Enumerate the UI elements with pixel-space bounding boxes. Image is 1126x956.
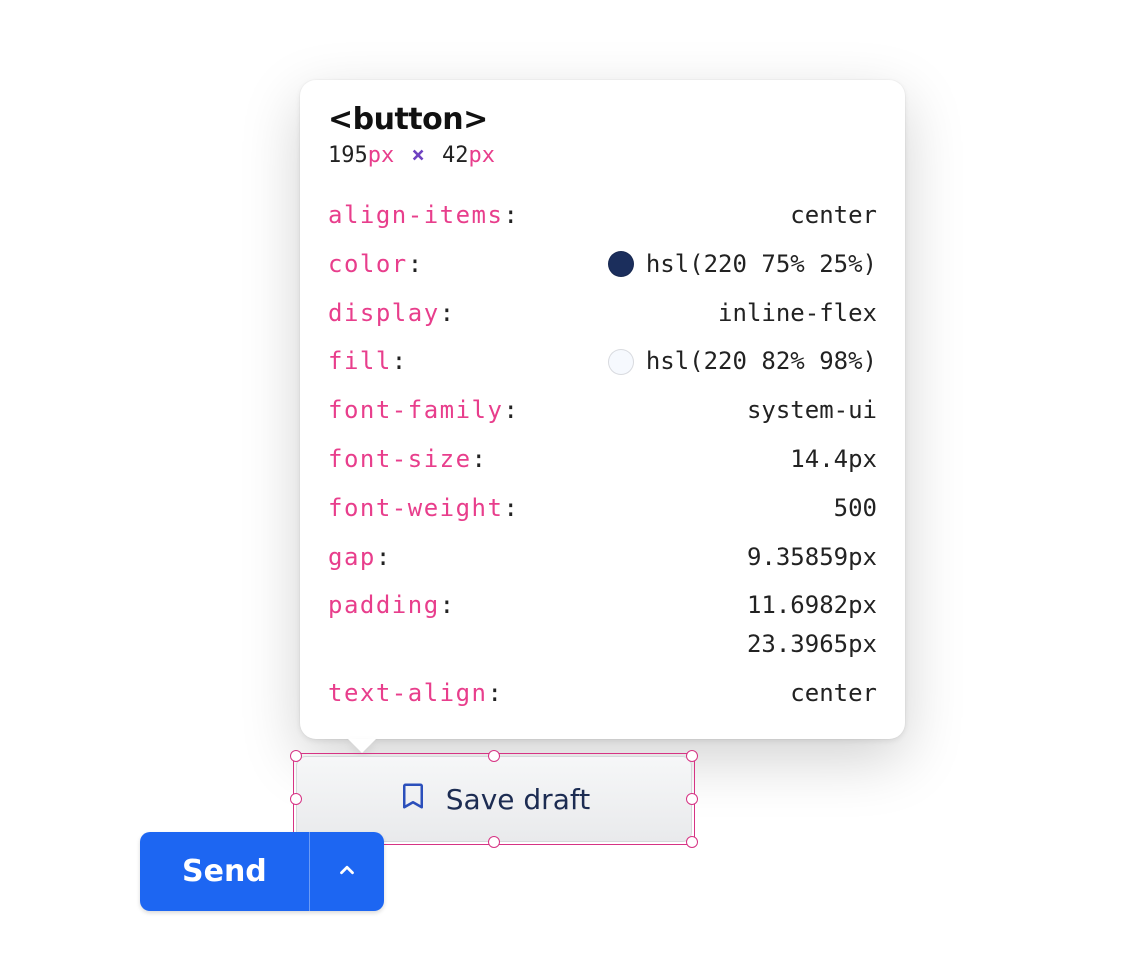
css-property-value-text: 14.4px [790,442,877,477]
css-property-row: font-size: 14.4px [328,442,877,477]
color-swatch [608,251,634,277]
css-property-value: center [790,676,877,711]
css-property-value-text: 500 [834,491,877,526]
css-property-row: padding: 11.6982px 23.3965px [328,588,877,662]
css-property-value-line: 23.3965px [747,627,877,662]
css-property-value: 11.6982px 23.3965px [747,588,877,662]
save-draft-label: Save draft [446,783,590,816]
css-property-row: display: inline-flex [328,296,877,331]
dimension-separator: × [408,143,429,168]
dimension-height: 42 [442,143,469,168]
css-property-value: inline-flex [718,296,877,331]
css-property-row: color: hsl(220 75% 25%) [328,247,877,282]
css-property-list: align-items: center color: hsl(220 75% 25%)… [328,198,877,711]
bookmark-icon [398,781,428,818]
css-property-value: system-ui [747,393,877,428]
css-property-value: 9.35859px [747,540,877,575]
dimension-unit: px [469,143,496,168]
css-property-value: 14.4px [790,442,877,477]
css-property-value: center [790,198,877,233]
css-property-value-text: system-ui [747,393,877,428]
inspected-element-dimensions: 195px × 42px [328,143,877,168]
css-property-row: align-items: center [328,198,877,233]
css-property-value: 500 [834,491,877,526]
css-property-row: font-family: system-ui [328,393,877,428]
css-property-value-text: inline-flex [718,296,877,331]
send-button-label: Send [182,854,267,889]
send-button[interactable]: Send [140,832,309,911]
dimension-width: 195 [328,143,368,168]
css-inspector-tooltip: <button> 195px × 42px align-items:center… [300,80,905,739]
css-property-value-text: hsl(220 75% 25%) [646,247,877,282]
css-property-row: gap: 9.35859px [328,540,877,575]
css-property-row: font-weight: 500 [328,491,877,526]
css-property-row: text-align: center [328,676,877,711]
css-property-value-text: center [790,198,877,233]
inspected-element-tag: <button> [328,102,877,137]
send-split-button: Send [140,832,384,911]
save-draft-button[interactable]: Save draft [296,756,692,842]
css-property-name: gap: [328,540,390,575]
selected-element-wrapper: Save draft [296,756,692,842]
css-property-name: text-align: [328,676,502,711]
dimension-unit: px [368,143,395,168]
css-property-name: color: [328,247,422,282]
css-property-value-text: center [790,676,877,711]
css-property-name: display: [328,296,454,331]
css-property-name: padding: [328,588,454,623]
css-property-value-text: hsl(220 82% 98%) [646,344,877,379]
color-swatch [608,349,634,375]
css-property-name: fill: [328,344,406,379]
send-dropdown-toggle[interactable] [309,832,384,911]
css-property-name: font-weight: [328,491,518,526]
css-property-row: fill: hsl(220 82% 98%) [328,344,877,379]
css-property-value-text: 9.35859px [747,540,877,575]
css-property-name: font-family: [328,393,518,428]
css-property-value: hsl(220 75% 25%) [608,247,877,282]
css-property-value: hsl(220 82% 98%) [608,344,877,379]
css-property-name: font-size: [328,442,486,477]
css-property-value-line: 11.6982px [747,588,877,623]
css-property-name: align-items: [328,198,518,233]
chevron-up-icon [336,859,358,884]
